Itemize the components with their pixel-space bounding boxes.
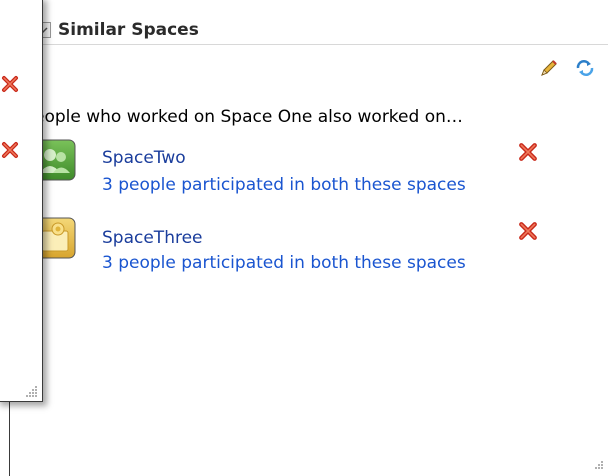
remove-x-icon[interactable] xyxy=(1,141,19,159)
space-participation-link[interactable]: 3 people participated in both these spac… xyxy=(102,253,466,273)
refresh-icon[interactable] xyxy=(574,58,596,78)
portlet-title: Similar Spaces xyxy=(58,20,199,40)
overlapping-panel xyxy=(0,0,43,402)
space-link[interactable]: SpaceTwo xyxy=(102,148,186,168)
space-participation-link[interactable]: 3 people participated in both these spac… xyxy=(102,175,466,195)
resize-handle-icon[interactable] xyxy=(592,460,604,472)
space-link[interactable]: SpaceThree xyxy=(102,228,203,248)
remove-x-icon[interactable] xyxy=(518,142,538,162)
intro-text: eople who worked on Space One also worke… xyxy=(34,107,463,127)
container-border xyxy=(9,398,10,476)
resize-handle-icon[interactable] xyxy=(26,385,38,397)
pencil-icon[interactable] xyxy=(539,58,559,78)
remove-x-icon[interactable] xyxy=(1,75,19,93)
remove-x-icon[interactable] xyxy=(518,221,538,241)
